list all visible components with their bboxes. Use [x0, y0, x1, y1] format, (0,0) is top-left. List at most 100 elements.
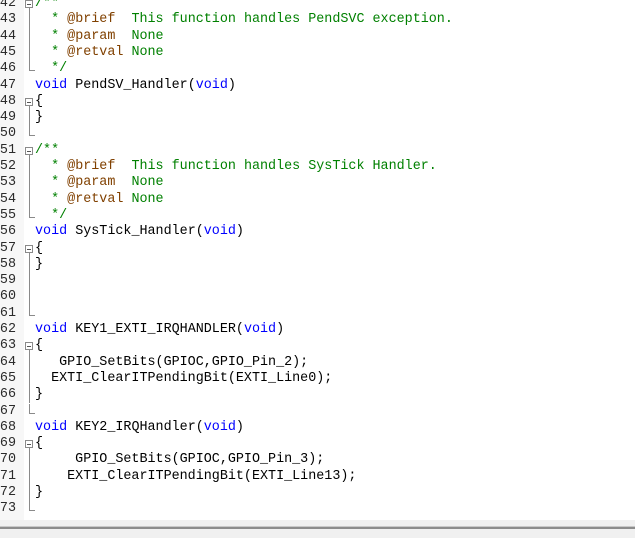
code-text: */	[35, 61, 67, 77]
code-line[interactable]: 60	[0, 289, 635, 306]
minus-box-icon[interactable]	[25, 440, 33, 449]
fold-collapse-icon[interactable]	[25, 338, 35, 356]
fold-collapse-icon[interactable]	[25, 0, 35, 13]
code-line[interactable]: 50	[0, 126, 635, 142]
code-line[interactable]: 71 EXTI_ClearITPendingBit(EXTI_Line13);	[0, 468, 635, 485]
code-line[interactable]: 62 void KEY1_EXTI_IRQHANDLER(void)	[0, 322, 635, 338]
code-line[interactable]: 43 * @brief This function handles PendSV…	[0, 12, 635, 29]
code-token: GPIO_SetBits(GPIOC,GPIO_Pin_2);	[35, 354, 309, 370]
fold-line	[25, 370, 35, 388]
code-token: {	[35, 338, 44, 354]
line-number: 63	[0, 338, 16, 354]
fold-line	[25, 468, 35, 485]
code-line[interactable]: 61	[0, 305, 635, 322]
code-text: GPIO_SetBits(GPIOC,GPIO_Pin_3);	[35, 452, 324, 468]
line-number: 73	[0, 501, 16, 517]
code-line[interactable]: 57 {	[0, 241, 635, 258]
code-line[interactable]: 68 void KEY2_IRQHandler(void)	[0, 420, 635, 436]
code-line[interactable]: 47 void PendSV_Handler(void)	[0, 78, 635, 94]
code-line[interactable]: 48 {	[0, 93, 635, 111]
code-line[interactable]: 42 /**	[0, 0, 635, 13]
splitter-line[interactable]	[0, 527, 635, 529]
fold-line	[25, 485, 35, 502]
fold-end-marker	[25, 501, 35, 517]
code-token: )	[235, 419, 244, 435]
code-token: GPIO_SetBits(GPIOC,GPIO_Pin_3);	[35, 452, 325, 468]
code-line[interactable]: 59	[0, 273, 635, 290]
doc-tag-token: @param	[67, 28, 116, 44]
fold-line-segment	[29, 387, 30, 404]
code-line[interactable]: 51 /**	[0, 143, 635, 160]
fold-line-segment	[29, 370, 30, 388]
fold-collapse-icon[interactable]	[25, 143, 35, 160]
minus-box-icon[interactable]	[25, 97, 33, 106]
code-token: {	[35, 93, 44, 109]
code-line[interactable]: 72}	[0, 485, 635, 502]
line-number: 67	[0, 403, 16, 419]
fold-line	[25, 28, 35, 45]
code-token: )	[235, 224, 244, 240]
comment-token: This function handles SysTick Handler.	[115, 159, 437, 174]
code-line[interactable]: 66}	[0, 387, 635, 404]
code-text: * @param None	[35, 29, 164, 45]
code-line[interactable]: 53 * @param None	[0, 175, 635, 192]
code-line[interactable]: 63 {	[0, 338, 635, 356]
code-line[interactable]: 49}	[0, 110, 635, 127]
code-text: {	[35, 436, 43, 452]
code-text: EXTI_ClearITPendingBit(EXTI_Line0);	[35, 371, 332, 387]
editor-bottom-panel-splitter[interactable]	[0, 520, 635, 538]
fold-line	[25, 159, 35, 176]
code-editor[interactable]: 42/** 43 * @brief This function handles P…	[0, 0, 635, 520]
code-line[interactable]: 44 * @param None	[0, 28, 635, 45]
code-line[interactable]: 64 GPIO_SetBits(GPIOC,GPIO_Pin_2);	[0, 354, 635, 371]
code-line[interactable]: 55 */	[0, 207, 635, 224]
fold-collapse-icon[interactable]	[25, 94, 35, 111]
fold-end-marker	[25, 305, 35, 322]
comment-token: *	[35, 159, 68, 174]
line-number: 56	[0, 224, 16, 240]
code-token: KEY2_IRQHandler(	[67, 419, 204, 435]
code-text: * @param None	[35, 175, 164, 191]
code-text: * @brief This function handles PendSVC e…	[35, 12, 453, 28]
code-text: */	[35, 208, 67, 224]
fold-line	[25, 175, 35, 192]
code-line[interactable]: 56 void SysTick_Handler(void)	[0, 224, 635, 240]
line-number: 61	[0, 305, 16, 321]
fold-line-segment	[29, 12, 30, 29]
fold-line-segment	[29, 468, 30, 485]
code-line[interactable]: 65 EXTI_ClearITPendingBit(EXTI_Line0);	[0, 370, 635, 388]
fold-end-corner	[29, 501, 35, 512]
keyword-token: void	[35, 322, 68, 337]
fold-line	[25, 354, 35, 371]
minus-box-icon[interactable]	[25, 244, 33, 253]
code-line[interactable]: 46 */	[0, 61, 635, 77]
line-number: 65	[0, 370, 16, 386]
fold-collapse-icon[interactable]	[25, 241, 35, 258]
code-text: void KEY1_EXTI_IRQHANDLER(void)	[35, 322, 284, 338]
keyword-token: void	[35, 77, 68, 93]
fold-line-segment	[29, 256, 30, 274]
line-number: 64	[0, 354, 16, 370]
fold-collapse-icon[interactable]	[25, 436, 35, 454]
code-line[interactable]: 54 * @retval None	[0, 191, 635, 208]
code-line[interactable]: 73	[0, 501, 635, 517]
line-number: 68	[0, 419, 16, 435]
line-number: 71	[0, 468, 16, 484]
code-line[interactable]: 45 * @retval None	[0, 44, 635, 62]
code-text: }	[35, 485, 43, 501]
keyword-token: void	[243, 322, 277, 337]
fold-empty	[25, 224, 35, 240]
code-line[interactable]: 69 {	[0, 436, 635, 454]
comment-token: None	[123, 191, 164, 207]
fold-empty	[25, 78, 35, 94]
line-number: 58	[0, 256, 16, 272]
line-number: 69	[0, 436, 16, 452]
minus-box-icon[interactable]	[25, 146, 33, 155]
minus-box-icon[interactable]	[25, 342, 33, 351]
minus-box-icon[interactable]	[25, 0, 33, 8]
code-line[interactable]: 67	[0, 403, 635, 420]
code-line[interactable]: 70 GPIO_SetBits(GPIOC,GPIO_Pin_3);	[0, 452, 635, 469]
code-line[interactable]: 58}	[0, 256, 635, 274]
code-line[interactable]: 52 * @brief This function handles SysTic…	[0, 159, 635, 176]
line-number: 70	[0, 452, 16, 468]
